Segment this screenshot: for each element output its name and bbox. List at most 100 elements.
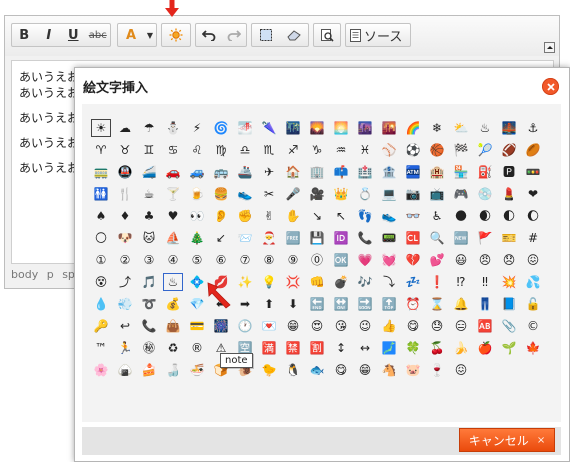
- emoji-cell[interactable]: 🌁: [234, 118, 256, 138]
- emoji-cell[interactable]: 🌀: [210, 118, 232, 138]
- emoji-cell[interactable]: 🚃: [90, 162, 112, 182]
- emoji-cell[interactable]: 🔛: [330, 294, 352, 314]
- emoji-cell[interactable]: 🌒: [474, 206, 496, 226]
- emoji-cell[interactable]: 🚗: [162, 162, 184, 182]
- emoji-cell[interactable]: 🐶: [114, 228, 136, 248]
- emoji-cell[interactable]: 🈲: [282, 338, 304, 358]
- emoji-cell[interactable]: 🚥: [522, 162, 544, 182]
- emoji-cell[interactable]: 🏈: [498, 140, 520, 160]
- emoji-cell[interactable]: ♋: [162, 140, 184, 160]
- emoji-cell[interactable]: ♓: [354, 140, 376, 160]
- emoji-cell[interactable]: 😍: [306, 316, 328, 336]
- emoji-cell[interactable]: 🐱: [138, 228, 160, 248]
- emoji-cell[interactable]: 🏨: [426, 162, 448, 182]
- emoji-cell[interactable]: 🌂: [258, 118, 280, 138]
- emoji-cell[interactable]: 💰: [162, 294, 184, 314]
- emoji-cell[interactable]: 💄: [498, 184, 520, 204]
- path-item[interactable]: sp: [62, 268, 75, 281]
- emoji-cell[interactable]: ⌛: [426, 294, 448, 314]
- insert-emoji-button[interactable]: [161, 23, 191, 47]
- emoji-cell[interactable]: ♻: [162, 338, 184, 358]
- emoji-cell[interactable]: ♒: [330, 140, 352, 160]
- emoji-cell[interactable]: 👣: [354, 206, 376, 226]
- emoji-cell[interactable]: ⚾: [378, 140, 400, 160]
- emoji-cell[interactable]: 😖: [450, 360, 472, 380]
- emoji-cell[interactable]: 🏥: [354, 162, 376, 182]
- emoji-cell[interactable]: 🏀: [426, 140, 448, 160]
- emoji-cell[interactable]: 🏦: [378, 162, 400, 182]
- emoji-cell[interactable]: 💥: [498, 272, 520, 292]
- emoji-cell[interactable]: 📨: [234, 228, 256, 248]
- emoji-cell[interactable]: ↩: [114, 316, 136, 336]
- strikethrough-button[interactable]: abc: [86, 24, 111, 46]
- emoji-cell[interactable]: 🆎: [474, 316, 496, 336]
- emoji-cell[interactable]: ⚓: [522, 118, 544, 138]
- path-item[interactable]: body: [11, 268, 38, 281]
- emoji-cell[interactable]: ⛄: [162, 118, 184, 138]
- emoji-cell[interactable]: ↙: [210, 228, 232, 248]
- emoji-cell[interactable]: 👖: [474, 294, 496, 314]
- emoji-cell[interactable]: 🌔: [522, 206, 544, 226]
- emoji-cell[interactable]: 🌱: [498, 338, 520, 358]
- emoji-cell[interactable]: 🌕: [90, 228, 112, 248]
- emoji-cell[interactable]: 🎤: [282, 184, 304, 204]
- emoji-cell[interactable]: ☀: [90, 118, 112, 138]
- emoji-cell[interactable]: 🎄: [186, 228, 208, 248]
- emoji-cell[interactable]: ❤: [522, 184, 544, 204]
- emoji-cell[interactable]: 🆓: [282, 228, 304, 248]
- redo-button[interactable]: [221, 24, 246, 46]
- emoji-cell[interactable]: ↔: [354, 338, 376, 358]
- emoji-cell[interactable]: 📎: [498, 316, 520, 336]
- emoji-cell[interactable]: ✂: [258, 184, 280, 204]
- emoji-cell[interactable]: 🏁: [450, 140, 472, 160]
- emoji-cell[interactable]: 📞: [138, 316, 160, 336]
- emoji-cell[interactable]: 🌄: [306, 118, 328, 138]
- emoji-cell[interactable]: ✨: [234, 272, 256, 292]
- emoji-cell[interactable]: 💗: [354, 250, 376, 270]
- emoji-cell[interactable]: 🍔: [210, 184, 232, 204]
- italic-button[interactable]: I: [37, 24, 62, 46]
- bold-button[interactable]: B: [12, 24, 37, 46]
- emoji-cell[interactable]: ⚡: [186, 118, 208, 138]
- emoji-cell[interactable]: 😉: [354, 316, 376, 336]
- emoji-cell[interactable]: 🍜: [186, 360, 208, 380]
- emoji-cell[interactable]: 🚢: [234, 162, 256, 182]
- emoji-cell[interactable]: 🎮: [450, 184, 472, 204]
- emoji-cell[interactable]: 😓: [426, 316, 448, 336]
- text-color-button[interactable]: A ▼: [117, 23, 157, 47]
- emoji-cell[interactable]: 🐤: [258, 360, 280, 380]
- emoji-cell[interactable]: 😘: [330, 316, 352, 336]
- emoji-cell[interactable]: ♈: [90, 140, 112, 160]
- collapse-toolbar-button[interactable]: [544, 42, 555, 53]
- emoji-cell[interactable]: 🐷: [402, 360, 424, 380]
- emoji-cell[interactable]: ♎: [234, 140, 256, 160]
- emoji-cell[interactable]: 🍙: [114, 360, 136, 380]
- emoji-cell[interactable]: 📞: [354, 228, 376, 248]
- emoji-cell[interactable]: ①: [90, 250, 112, 270]
- emoji-cell[interactable]: ♉: [114, 140, 136, 160]
- emoji-cell[interactable]: ✋: [282, 206, 304, 226]
- emoji-cell[interactable]: ③: [138, 250, 160, 270]
- emoji-cell[interactable]: ⬇: [282, 294, 304, 314]
- preview-button[interactable]: [313, 23, 341, 47]
- emoji-cell[interactable]: 🍶: [162, 360, 184, 380]
- emoji-cell[interactable]: 👓: [402, 206, 424, 226]
- emoji-cell[interactable]: 🌸: [90, 360, 112, 380]
- emoji-cell[interactable]: 🚙: [186, 162, 208, 182]
- emoji-cell[interactable]: 🌈: [402, 118, 424, 138]
- emoji-cell[interactable]: ♏: [258, 140, 280, 160]
- emoji-cell[interactable]: 🔜: [354, 294, 376, 314]
- emoji-cell[interactable]: 🎾: [474, 140, 496, 160]
- emoji-cell[interactable]: 🔑: [90, 316, 112, 336]
- emoji-cell[interactable]: 😑: [450, 316, 472, 336]
- emoji-cell[interactable]: ⑨: [282, 250, 304, 270]
- emoji-cell[interactable]: ♌: [186, 140, 208, 160]
- emoji-cell[interactable]: 💦: [522, 272, 544, 292]
- emoji-cell[interactable]: 🍷: [426, 360, 448, 380]
- emoji-cell[interactable]: ↕: [330, 338, 352, 358]
- emoji-cell[interactable]: 🔝: [378, 294, 400, 314]
- emoji-cell[interactable]: 🍀: [402, 338, 424, 358]
- emoji-cell[interactable]: 👟: [378, 206, 400, 226]
- emoji-cell[interactable]: 🎅: [258, 228, 280, 248]
- emoji-cell[interactable]: 📺: [426, 184, 448, 204]
